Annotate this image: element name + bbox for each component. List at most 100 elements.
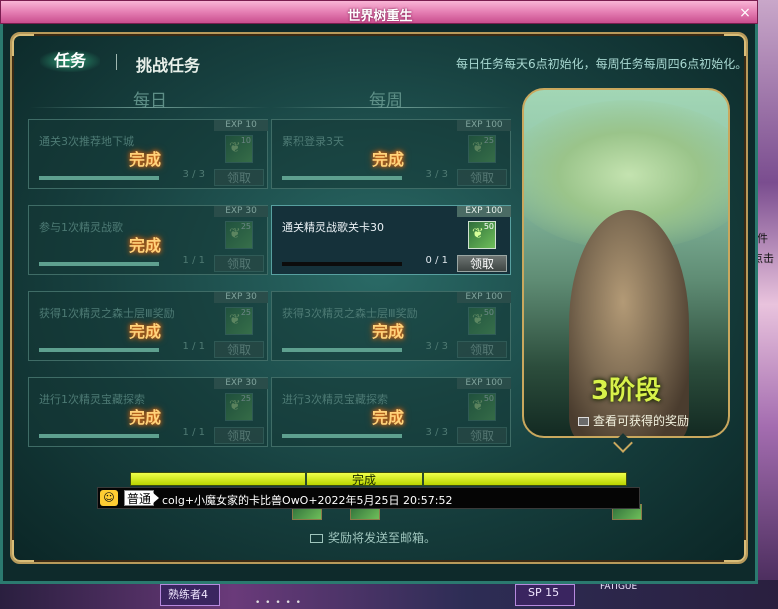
panel-corner-tl (12, 34, 34, 56)
window-title: 世界树重生 (347, 9, 413, 24)
task-complete-stamp: 完成 (129, 150, 162, 169)
daily-task-card: 通关3次推荐地下城 3 / 3 EXP 10 10 ❦ 领取 完成 (28, 119, 268, 189)
task-progress-text: 1 / 1 (182, 255, 205, 266)
leaf-icon: ❦ (229, 398, 241, 414)
chat-line[interactable]: ☺ 普通 colg+小魔女家的卡比兽OwO+2022年5月25日 20:57:5… (97, 487, 640, 509)
reward-count: 50 (483, 394, 494, 403)
task-reward-icon[interactable]: 50 ❦ (468, 393, 496, 421)
weekly-task-card: 进行3次精灵宝藏探索 3 / 3 EXP 100 50 ❦ 领取 完成 (271, 377, 511, 447)
tab-separator (116, 54, 117, 70)
view-rewards-link[interactable]: 查看可获得的奖励 (578, 412, 689, 429)
task-progress-bar (39, 176, 159, 180)
weekly-task-card: 通关精灵战歌关卡30 0 / 1 EXP 100 50 ❦ 领取 (271, 205, 511, 275)
task-progress-fill (39, 348, 159, 352)
task-complete-stamp: 完成 (129, 322, 162, 341)
claim-button[interactable]: 领取 (214, 255, 264, 272)
leaf-icon: ❦ (229, 226, 241, 242)
task-progress-bar (282, 434, 402, 438)
reward-count: 25 (240, 394, 251, 403)
task-complete-stamp: 完成 (372, 408, 405, 427)
claim-button[interactable]: 领取 (457, 341, 507, 358)
task-reward-icon[interactable]: 50 ❦ (468, 221, 496, 249)
task-reward-icon[interactable]: 25 ❦ (225, 307, 253, 335)
task-progress-text: 3 / 3 (425, 341, 448, 352)
reward-count: 25 (483, 136, 494, 145)
tab-tasks[interactable]: 任务 (40, 50, 100, 72)
chat-message: colg+小魔女家的卡比兽OwO+2022年5月25日 20:57:52 (162, 494, 453, 507)
task-exp-badge: EXP 30 (214, 378, 268, 389)
leaf-icon: ❦ (472, 398, 484, 414)
stage-divider-1 (305, 472, 307, 486)
chat-channel-button[interactable]: 普通 (124, 490, 155, 506)
leaf-icon: ❦ (229, 312, 241, 328)
panel-corner-bl (12, 540, 34, 562)
task-exp-badge: EXP 100 (457, 378, 511, 389)
task-progress-bar (39, 262, 159, 266)
mail-notice-text: 奖励将发送至邮箱。 (328, 531, 437, 545)
hud-dots: • • • • • (255, 598, 302, 608)
task-progress-text: 0 / 1 (425, 255, 448, 266)
task-name: 通关3次推荐地下城 (39, 135, 134, 148)
claim-button[interactable]: 领取 (457, 169, 507, 186)
reward-count: 50 (483, 222, 494, 231)
task-exp-badge: EXP 100 (457, 206, 511, 217)
reward-count: 25 (240, 222, 251, 231)
tree-stage-label: 3阶段 (590, 376, 662, 406)
close-button[interactable]: × (737, 5, 753, 21)
tab-challenge-tasks[interactable]: 挑战任务 (136, 52, 200, 76)
task-exp-badge: EXP 30 (214, 292, 268, 303)
task-reward-icon[interactable]: 25 ❦ (225, 393, 253, 421)
task-progress-fill (282, 176, 402, 180)
task-complete-stamp: 完成 (129, 236, 162, 255)
task-progress-fill (282, 434, 402, 438)
task-progress-fill (282, 348, 402, 352)
claim-button[interactable]: 领取 (214, 427, 264, 444)
panel-corner-br (724, 540, 746, 562)
stage-divider-2 (422, 472, 424, 486)
task-reward-icon[interactable]: 50 ❦ (468, 307, 496, 335)
reward-box-icon (578, 417, 589, 426)
claim-button[interactable]: 领取 (457, 255, 507, 272)
side-label-1: 件 (757, 232, 768, 245)
reward-count: 50 (483, 308, 494, 317)
task-complete-stamp: 完成 (372, 322, 405, 341)
task-reward-icon[interactable]: 25 ❦ (468, 135, 496, 163)
weekly-task-card: 获得3次精灵之森士层Ⅲ奖励 3 / 3 EXP 100 50 ❦ 领取 完成 (271, 291, 511, 361)
task-progress-bar (282, 176, 402, 180)
task-name: 通关精灵战歌关卡30 (282, 221, 384, 234)
task-exp-badge: EXP 30 (214, 206, 268, 217)
task-complete-stamp: 完成 (129, 408, 162, 427)
reset-notice: 每日任务每天6点初始化，每周任务每周四6点初始化。 (456, 57, 748, 71)
task-name: 参与1次精灵战歌 (39, 221, 123, 234)
task-progress-fill (39, 434, 159, 438)
task-progress-bar (282, 348, 402, 352)
task-reward-icon[interactable]: 25 ❦ (225, 221, 253, 249)
weekly-header-underline (272, 107, 512, 108)
claim-button[interactable]: 领取 (214, 341, 264, 358)
task-name: 累积登录3天 (282, 135, 344, 148)
panel-corner-tr (724, 34, 746, 56)
task-progress-text: 1 / 1 (182, 427, 205, 438)
smiley-icon[interactable]: ☺ (100, 490, 118, 506)
claim-button[interactable]: 领取 (214, 169, 264, 186)
task-progress-text: 1 / 1 (182, 341, 205, 352)
daily-task-card: 参与1次精灵战歌 1 / 1 EXP 30 25 ❦ 领取 完成 (28, 205, 268, 275)
task-progress-bar (39, 434, 159, 438)
window-titlebar[interactable]: 世界树重生 × (0, 0, 758, 24)
task-progress-text: 3 / 3 (425, 169, 448, 180)
view-rewards-label: 查看可获得的奖励 (593, 414, 690, 428)
stage-progress-label: 完成 (352, 473, 377, 487)
task-progress-fill (39, 176, 159, 180)
leaf-icon: ❦ (472, 312, 484, 328)
task-exp-badge: EXP 10 (214, 120, 268, 131)
daily-task-card: 进行1次精灵宝藏探索 1 / 1 EXP 30 25 ❦ 领取 完成 (28, 377, 268, 447)
leaf-icon: ❦ (229, 140, 241, 156)
daily-header-underline (30, 107, 270, 108)
mail-icon (310, 534, 323, 543)
task-exp-badge: EXP 100 (457, 120, 511, 131)
daily-task-card: 获得1次精灵之森士层Ⅲ奖励 1 / 1 EXP 30 25 ❦ 领取 完成 (28, 291, 268, 361)
task-reward-icon[interactable]: 10 ❦ (225, 135, 253, 163)
claim-button[interactable]: 领取 (457, 427, 507, 444)
task-exp-badge: EXP 100 (457, 292, 511, 303)
task-progress-bar (39, 348, 159, 352)
